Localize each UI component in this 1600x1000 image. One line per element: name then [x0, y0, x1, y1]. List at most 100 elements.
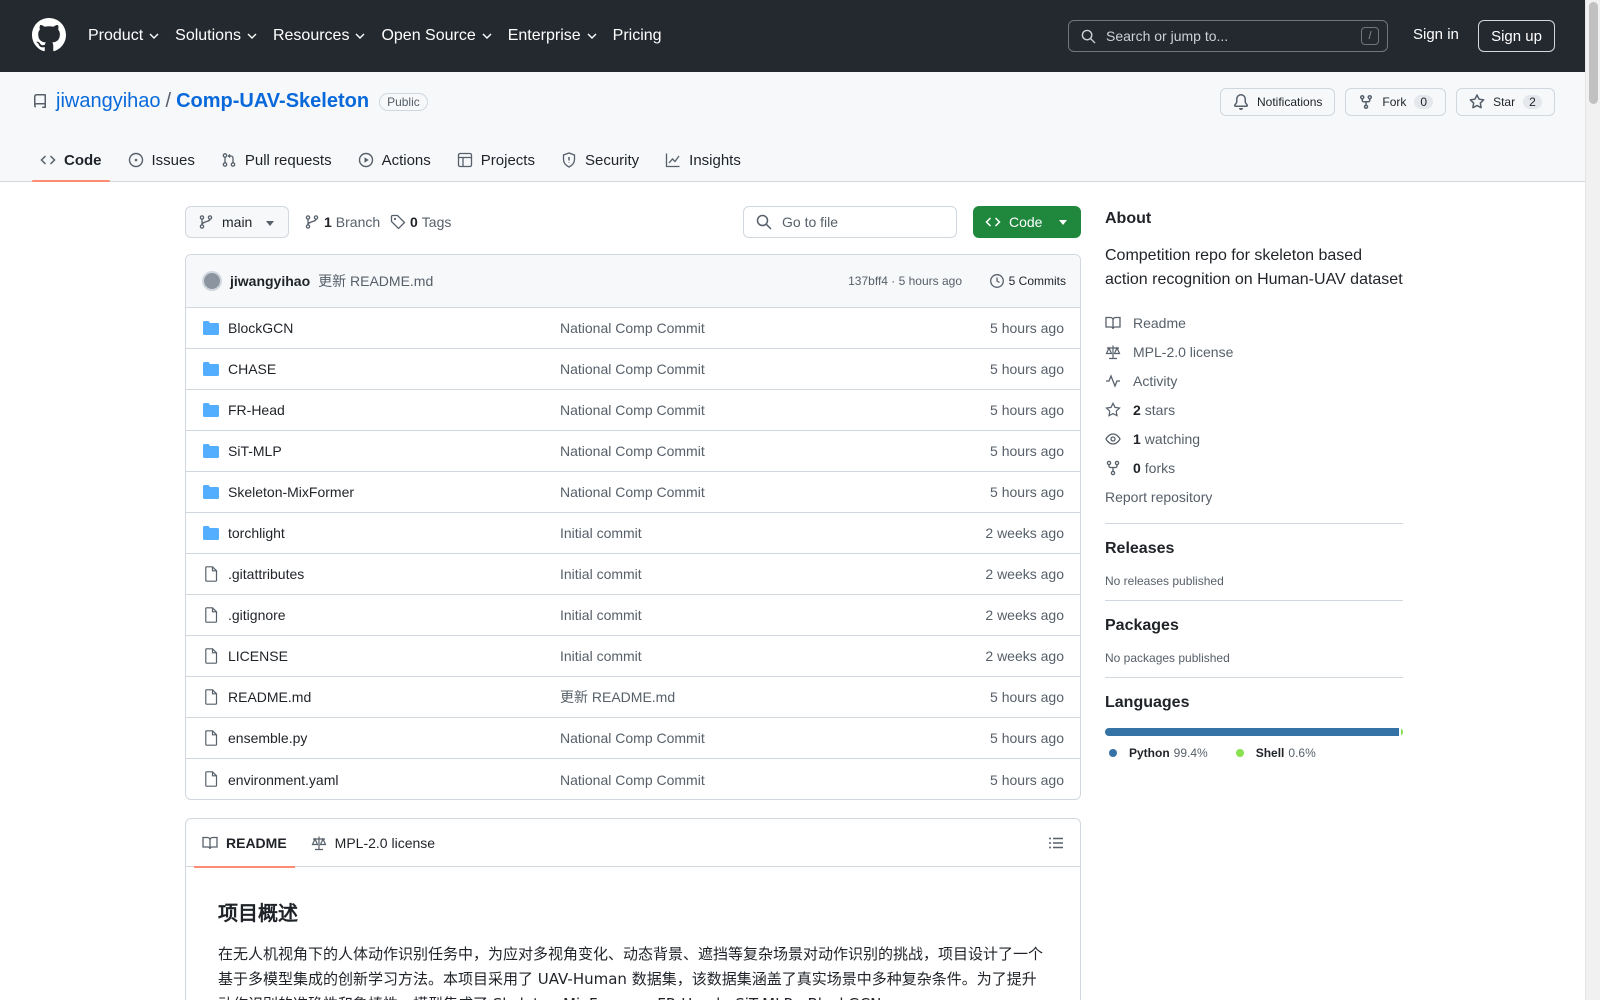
file-commit-message-link[interactable]: National Comp Commit: [560, 772, 705, 788]
commit-author-link[interactable]: jiwangyihao: [230, 273, 310, 289]
file-name-link[interactable]: Skeleton-MixFormer: [228, 484, 354, 500]
file-name-link[interactable]: .gitignore: [228, 607, 286, 623]
file-commit-message-link[interactable]: Initial commit: [560, 525, 642, 541]
file-icon: [205, 771, 218, 787]
watching-link[interactable]: 1 watching: [1105, 424, 1403, 453]
file-commit-message-link[interactable]: National Comp Commit: [560, 443, 705, 459]
tab-label: Actions: [381, 151, 431, 169]
tab-readme[interactable]: README: [194, 819, 295, 868]
scrollbar-thumb[interactable]: [1589, 2, 1598, 104]
search-input[interactable]: Search or jump to... /: [1068, 20, 1388, 52]
nav-resources[interactable]: Resources: [273, 27, 365, 45]
notifications-button[interactable]: Notifications: [1220, 88, 1336, 116]
releases-title[interactable]: Releases: [1105, 540, 1403, 558]
license-link[interactable]: MPL-2.0 license: [1105, 337, 1403, 366]
file-name-link[interactable]: FR-Head: [228, 402, 285, 418]
language-percent: 0.6%: [1288, 746, 1316, 760]
star-label: Star: [1493, 95, 1516, 109]
star-icon: [1469, 94, 1485, 109]
report-repository-link[interactable]: Report repository: [1105, 482, 1403, 511]
tab-code[interactable]: Code: [32, 138, 110, 182]
file-commit-message-link[interactable]: National Comp Commit: [560, 320, 705, 336]
tab-issues[interactable]: Issues: [120, 138, 203, 182]
table-row[interactable]: .gitignore Initial commit 2 weeks ago: [186, 595, 1080, 636]
nav-product[interactable]: Product: [88, 27, 159, 45]
list-unordered-icon[interactable]: [1048, 835, 1064, 851]
repo-name-link[interactable]: Comp-UAV-Skeleton: [176, 90, 369, 113]
tags-link[interactable]: 0 Tags: [390, 214, 451, 230]
tab-projects[interactable]: Projects: [449, 138, 543, 182]
file-name-link[interactable]: BlockGCN: [228, 320, 293, 336]
file-name-link[interactable]: ensemble.py: [228, 730, 307, 746]
repo-icon: [33, 93, 46, 108]
go-to-file-input[interactable]: Go to file: [743, 206, 957, 238]
file-name-link[interactable]: .gitattributes: [228, 566, 304, 582]
table-row[interactable]: CHASE National Comp Commit 5 hours ago: [186, 349, 1080, 390]
file-commit-message-link[interactable]: National Comp Commit: [560, 361, 705, 377]
commit-sha-time[interactable]: 137bff4 · 5 hours ago: [848, 274, 962, 288]
nav-solutions[interactable]: Solutions: [175, 27, 257, 45]
table-row[interactable]: Skeleton-MixFormer National Comp Commit 5 …: [186, 472, 1080, 513]
tab-license[interactable]: MPL-2.0 license: [303, 819, 443, 867]
readme-link[interactable]: Readme: [1105, 308, 1403, 337]
star-button[interactable]: Star 2: [1456, 88, 1555, 116]
table-row[interactable]: BlockGCN National Comp Commit 5 hours ago: [186, 308, 1080, 349]
stars-link[interactable]: 2 stars: [1105, 395, 1403, 424]
table-row[interactable]: LICENSE Initial commit 2 weeks ago: [186, 636, 1080, 677]
github-logo-icon[interactable]: [32, 18, 66, 52]
branches-link[interactable]: 1 Branch: [304, 214, 380, 230]
file-icon: [205, 566, 218, 582]
page-scrollbar[interactable]: [1585, 0, 1600, 1000]
table-row[interactable]: README.md 更新 README.md 5 hours ago: [186, 677, 1080, 718]
file-commit-message-link[interactable]: National Comp Commit: [560, 402, 705, 418]
avatar[interactable]: [202, 271, 222, 291]
sign-in-link[interactable]: Sign in: [1413, 26, 1459, 43]
repo-header: jiwangyihao / Comp-UAV-Skeleton Public N…: [0, 72, 1585, 182]
fork-button[interactable]: Fork 0: [1345, 88, 1447, 116]
file-name-link[interactable]: LICENSE: [228, 648, 288, 664]
go-to-file-placeholder: Go to file: [782, 214, 839, 230]
tab-label: Security: [584, 151, 640, 169]
nav-enterprise[interactable]: Enterprise: [508, 27, 597, 45]
search-icon: [756, 214, 772, 230]
language-item[interactable]: Shell 0.6%: [1232, 746, 1316, 760]
file-name-link[interactable]: torchlight: [228, 525, 285, 541]
commit-message-link[interactable]: 更新 README.md: [318, 271, 433, 291]
file-name-link[interactable]: SiT-MLP: [228, 443, 282, 459]
packages-title[interactable]: Packages: [1105, 617, 1403, 635]
nav-pricing[interactable]: Pricing: [613, 27, 662, 45]
tab-actions[interactable]: Actions: [350, 138, 439, 182]
forks-link[interactable]: 0 forks: [1105, 453, 1403, 482]
activity-link[interactable]: Activity: [1105, 366, 1403, 395]
tab-pull-requests[interactable]: Pull requests: [213, 138, 340, 182]
sign-up-button[interactable]: Sign up: [1478, 20, 1555, 52]
code-dropdown-button[interactable]: Code: [973, 206, 1081, 238]
branch-count: 1: [324, 214, 332, 230]
tab-insights[interactable]: Insights: [657, 138, 749, 182]
file-commit-message-link[interactable]: Initial commit: [560, 648, 642, 664]
file-name-link[interactable]: environment.yaml: [228, 772, 339, 788]
languages-list: Python 99.4% Shell 0.6%: [1105, 746, 1403, 760]
language-item[interactable]: Python 99.4%: [1105, 746, 1208, 760]
branch-selector[interactable]: main: [185, 206, 289, 238]
file-name-link[interactable]: README.md: [228, 689, 311, 705]
file-commit-message-link[interactable]: 更新 README.md: [560, 687, 675, 707]
tab-security[interactable]: Security: [553, 138, 647, 182]
commits-link[interactable]: 5 Commits: [989, 273, 1066, 289]
file-commit-message-link[interactable]: Initial commit: [560, 607, 642, 623]
fork-icon: [1360, 95, 1373, 110]
table-row[interactable]: SiT-MLP National Comp Commit 5 hours ago: [186, 431, 1080, 472]
branch-name: main: [222, 214, 253, 230]
file-commit-message-link[interactable]: Initial commit: [560, 566, 642, 582]
file-commit-message-link[interactable]: National Comp Commit: [560, 730, 705, 746]
table-row[interactable]: ensemble.py National Comp Commit 5 hours a…: [186, 718, 1080, 759]
file-name-link[interactable]: CHASE: [228, 361, 276, 377]
table-row[interactable]: FR-Head National Comp Commit 5 hours ago: [186, 390, 1080, 431]
table-row[interactable]: environment.yaml National Comp Commit 5 ho…: [186, 759, 1080, 799]
file-commit-message-link[interactable]: National Comp Commit: [560, 484, 705, 500]
repo-owner-link[interactable]: jiwangyihao: [56, 90, 161, 113]
table-row[interactable]: torchlight Initial commit 2 weeks ago: [186, 513, 1080, 554]
nav-open-source[interactable]: Open Source: [381, 27, 492, 45]
tab-label: README: [226, 834, 287, 851]
table-row[interactable]: .gitattributes Initial commit 2 weeks ago: [186, 554, 1080, 595]
